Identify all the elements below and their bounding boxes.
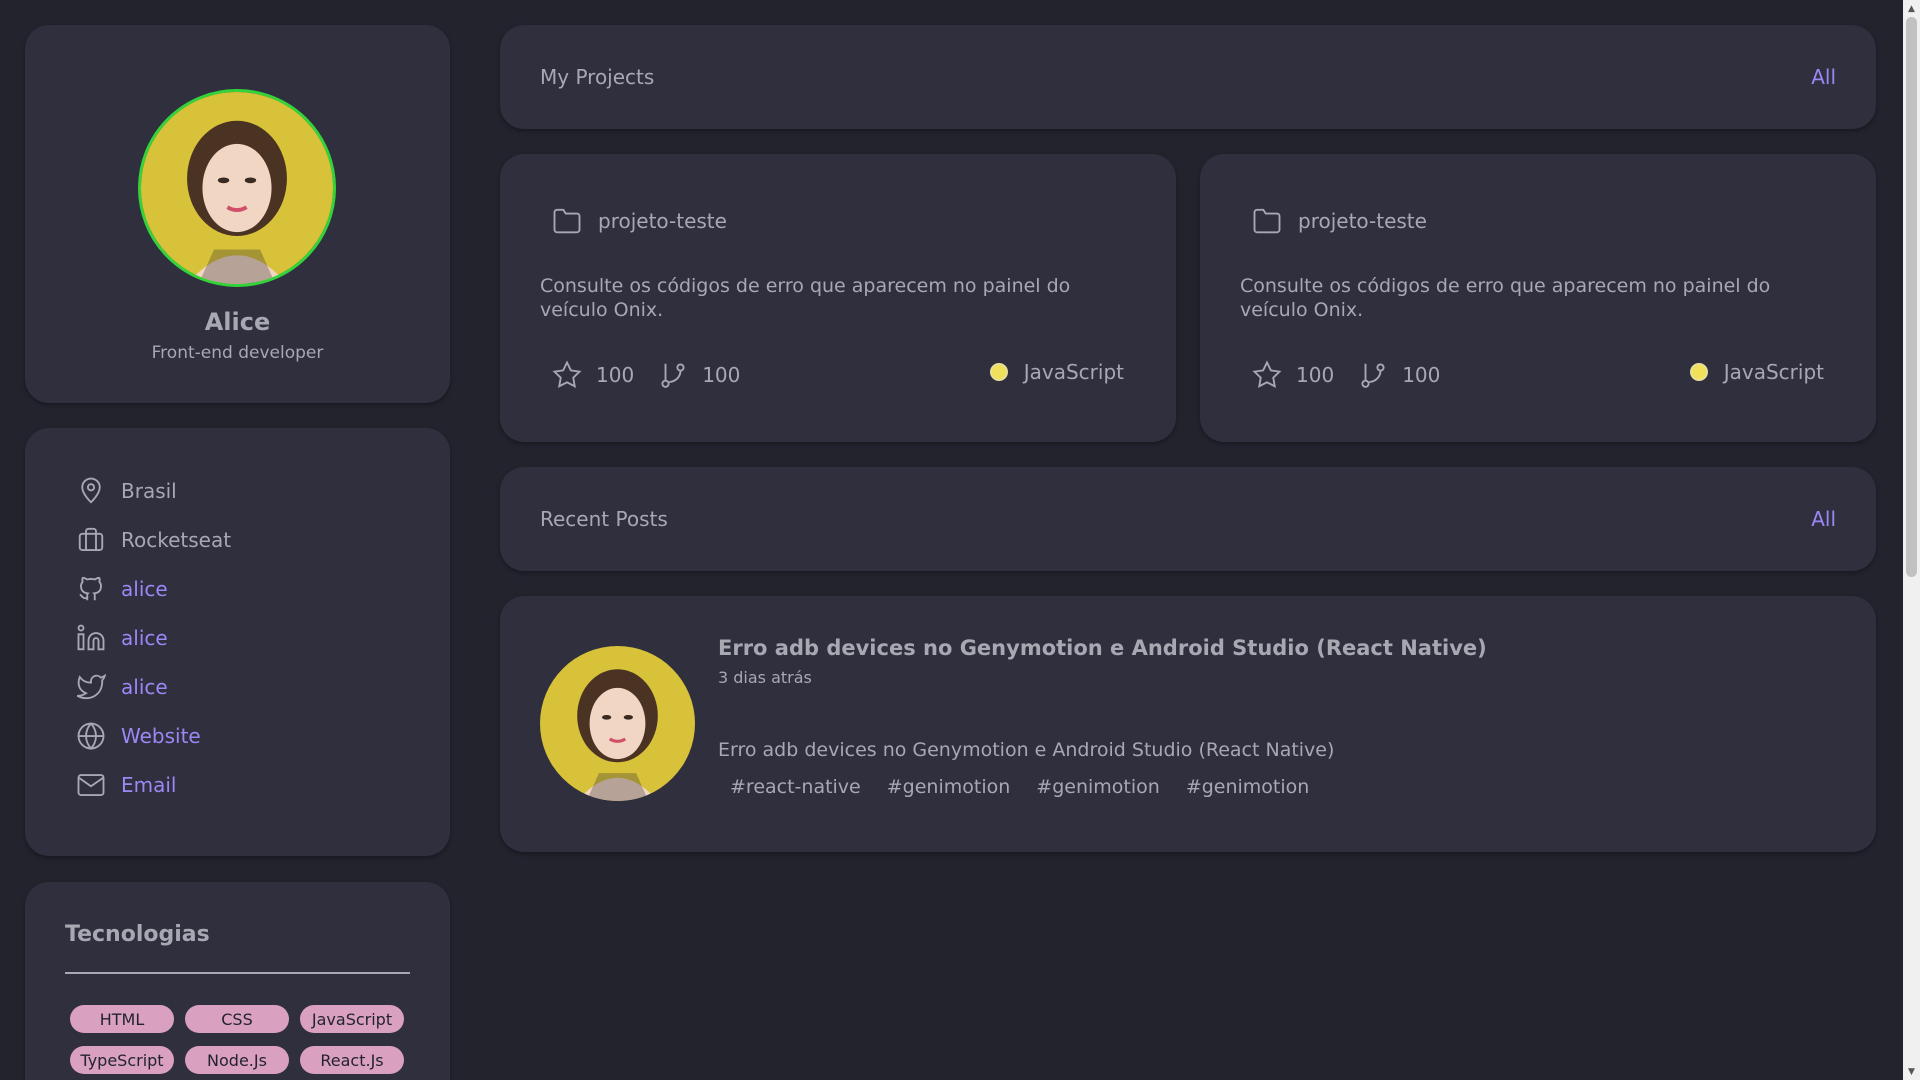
- project-description: Consulte os códigos de erro que aparecem…: [1240, 275, 1771, 321]
- folder-icon: [553, 208, 581, 234]
- post-description: Erro adb devices no Genymotion e Android…: [718, 739, 1335, 761]
- star-icon: [1252, 360, 1282, 388]
- post-tag[interactable]: #genimotion: [1036, 776, 1160, 798]
- scroll-down-arrow-icon[interactable]: ▼: [1903, 1063, 1920, 1080]
- project-card[interactable]: projeto-teste Consulte os códigos de err…: [1200, 154, 1876, 442]
- git-branch-icon: [661, 363, 685, 388]
- tech-tags: HTML CSS JavaScript TypeScript Node.Js R…: [70, 1005, 410, 1074]
- post-tags: #react-native #genimotion #genimotion #g…: [730, 776, 1335, 798]
- post-title[interactable]: Erro adb devices no Genymotion e Android…: [718, 636, 1487, 660]
- github-icon: [76, 574, 106, 604]
- project-card[interactable]: projeto-teste Consulte os códigos de err…: [500, 154, 1176, 442]
- mail-icon: [76, 770, 106, 800]
- briefcase-icon: [76, 525, 106, 555]
- project-description: Consulte os códigos de erro que aparecem…: [540, 275, 1071, 321]
- stars-stat: 100: [552, 360, 634, 390]
- twitter-icon: [76, 672, 106, 702]
- post-time: 3 dias atrás: [718, 668, 812, 687]
- tech-tag: Node.Js: [185, 1046, 289, 1074]
- project-stats: 100 100: [552, 360, 764, 390]
- profile-role: Front-end developer: [151, 343, 324, 363]
- page: Alice Front-end developer Brasil Rockets…: [0, 0, 1920, 1080]
- post-tag[interactable]: #genimotion: [887, 776, 1011, 798]
- avatar-portrait: [540, 646, 695, 801]
- project-language: JavaScript: [1689, 360, 1824, 384]
- project-language: JavaScript: [989, 360, 1124, 384]
- info-item-email[interactable]: Email: [76, 760, 231, 809]
- globe-icon: [76, 721, 106, 751]
- company-label: Rocketseat: [121, 527, 232, 552]
- forks-count: 100: [1402, 363, 1441, 387]
- language-label: JavaScript: [1723, 360, 1824, 384]
- avatar: [138, 89, 336, 287]
- github-link[interactable]: alice: [121, 577, 168, 601]
- scroll-up-arrow-icon[interactable]: ▲: [1903, 0, 1920, 17]
- stars-count: 100: [1296, 363, 1335, 387]
- email-link[interactable]: Email: [121, 773, 177, 797]
- info-item-linkedin[interactable]: alice: [76, 613, 231, 662]
- stars-count: 100: [596, 363, 635, 387]
- forks-stat: 100: [1358, 360, 1440, 390]
- projects-header: My Projects All: [500, 25, 1876, 129]
- info-item-website[interactable]: Website: [76, 711, 231, 760]
- info-item-company: Rocketseat: [76, 515, 231, 564]
- project-stats: 100 100: [1252, 360, 1464, 390]
- project-header: projeto-teste: [552, 206, 727, 236]
- tech-tag: HTML: [70, 1005, 174, 1033]
- divider: [65, 972, 410, 974]
- tech-tag: JavaScript: [300, 1005, 404, 1033]
- scrollbar-thumb[interactable]: [1906, 17, 1917, 577]
- linkedin-link[interactable]: alice: [121, 626, 168, 650]
- location-label: Brasil: [121, 478, 177, 503]
- info-item-location: Brasil: [76, 466, 231, 515]
- stars-stat: 100: [1252, 360, 1334, 390]
- language-label: JavaScript: [1023, 360, 1124, 384]
- website-link[interactable]: Website: [121, 724, 201, 748]
- profile-card: Alice Front-end developer: [25, 25, 450, 403]
- post-tag[interactable]: #react-native: [730, 776, 861, 798]
- map-pin-icon: [76, 476, 106, 506]
- posts-all-link[interactable]: All: [1811, 507, 1836, 531]
- posts-title: Recent Posts: [540, 507, 668, 531]
- projects-title: My Projects: [540, 65, 655, 89]
- projects-all-link[interactable]: All: [1811, 65, 1836, 89]
- info-card: Brasil Rocketseat alice alice alice Webs…: [25, 428, 450, 856]
- language-dot: [1689, 363, 1708, 381]
- tech-tag: React.Js: [300, 1046, 404, 1074]
- post-avatar: [540, 646, 695, 801]
- post-tag[interactable]: #genimotion: [1186, 776, 1310, 798]
- project-name[interactable]: projeto-teste: [598, 209, 727, 233]
- tech-title: Tecnologias: [65, 922, 210, 947]
- star-icon: [552, 360, 582, 388]
- git-branch-icon: [1361, 363, 1385, 388]
- forks-stat: 100: [658, 360, 740, 390]
- tech-card: Tecnologias HTML CSS JavaScript TypeScri…: [25, 882, 450, 1080]
- language-dot: [989, 363, 1008, 381]
- post-card[interactable]: Erro adb devices no Genymotion e Android…: [500, 596, 1876, 852]
- project-header: projeto-teste: [1252, 206, 1427, 236]
- project-name[interactable]: projeto-teste: [1298, 209, 1427, 233]
- posts-header: Recent Posts All: [500, 467, 1876, 571]
- info-item-twitter[interactable]: alice: [76, 662, 231, 711]
- twitter-link[interactable]: alice: [121, 675, 168, 699]
- tech-tag: TypeScript: [70, 1046, 174, 1074]
- scrollbar[interactable]: ▲ ▼: [1903, 0, 1920, 1080]
- info-item-github[interactable]: alice: [76, 564, 231, 613]
- tech-tag: CSS: [185, 1005, 289, 1033]
- forks-count: 100: [702, 363, 741, 387]
- folder-icon: [1253, 208, 1281, 234]
- avatar-portrait: [141, 92, 333, 284]
- profile-name: Alice: [204, 308, 271, 336]
- info-list: Brasil Rocketseat alice alice alice Webs…: [76, 466, 231, 809]
- linkedin-icon: [76, 623, 106, 653]
